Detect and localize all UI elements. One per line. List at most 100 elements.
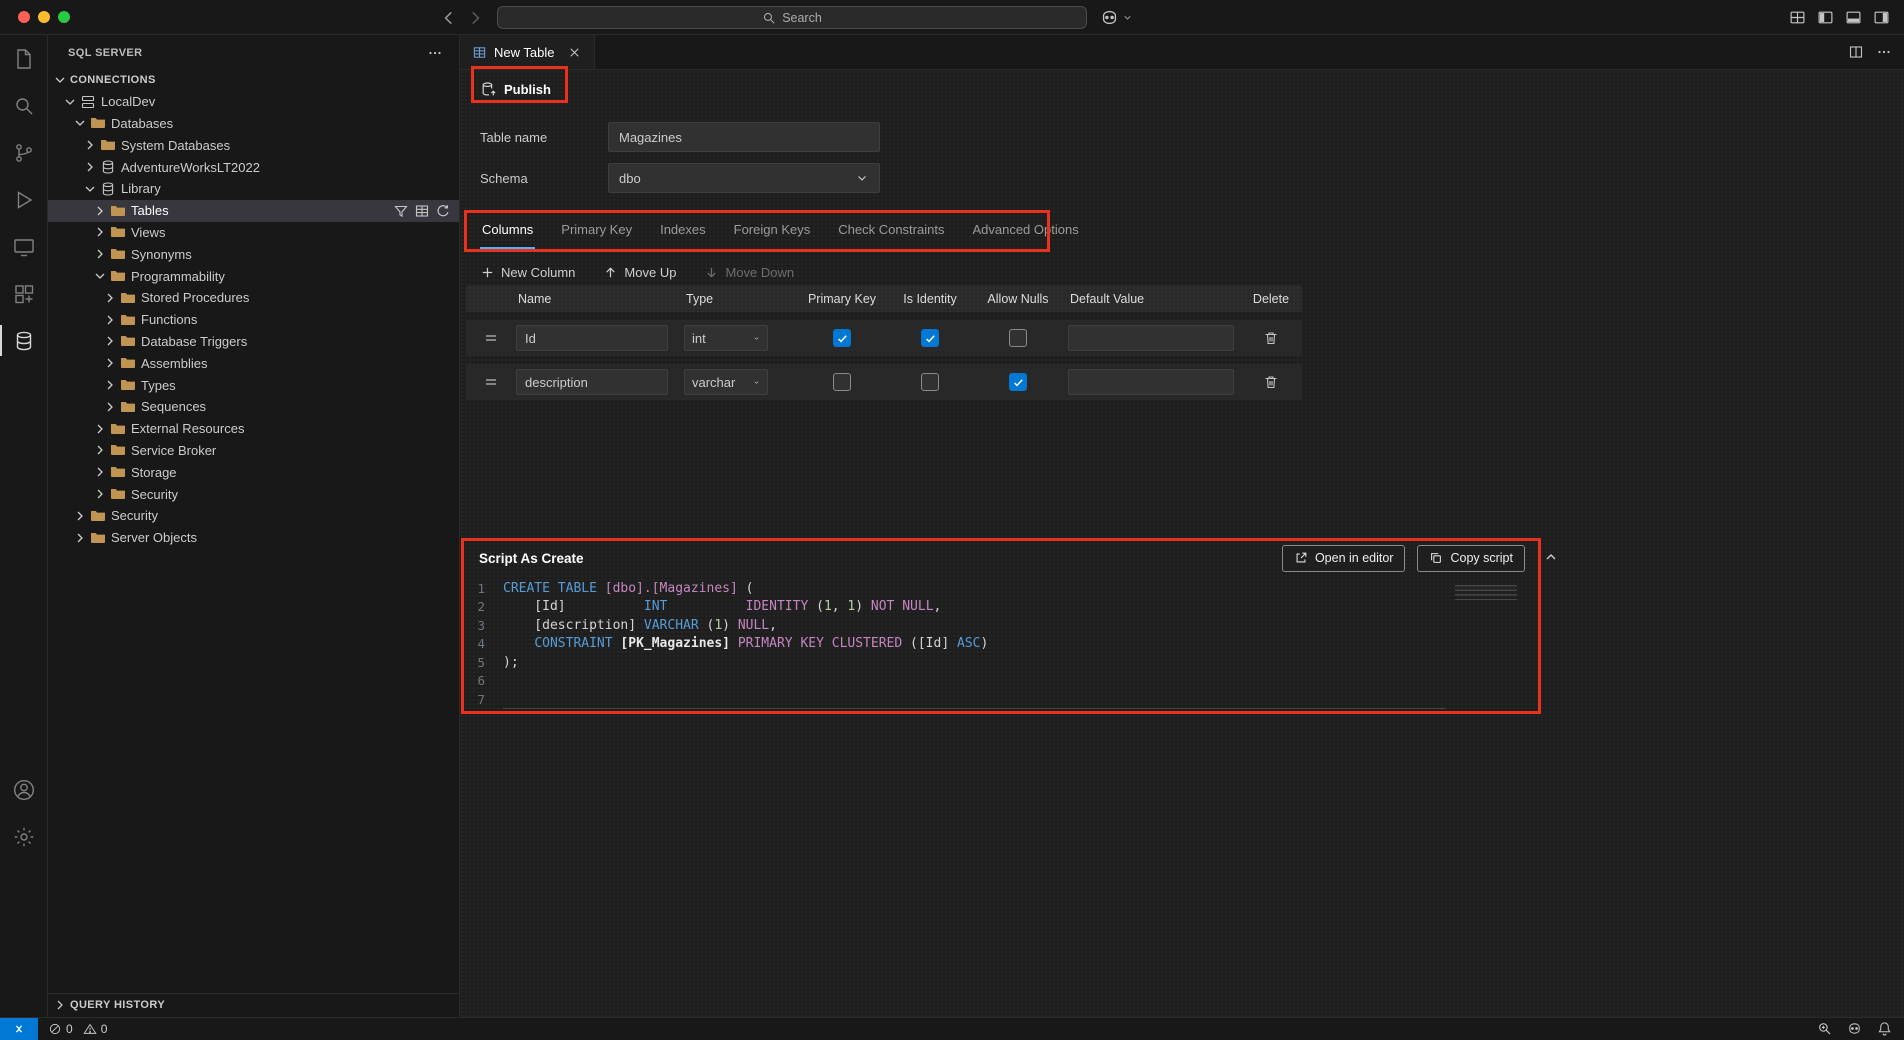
designer-tab-advanced-options[interactable]: Advanced Options [970,216,1080,249]
designer-tab-check-constraints[interactable]: Check Constraints [836,216,946,249]
more-actions-icon[interactable] [427,45,443,61]
is-identity-checkbox[interactable] [921,373,939,391]
tree-item-service-broker[interactable]: Service Broker [48,440,459,462]
column-name-input[interactable] [516,369,668,395]
new-column-button[interactable]: New Column [480,265,575,280]
tree-item-databases[interactable]: Databases [48,113,459,135]
column-name-input[interactable] [516,325,668,351]
tree-item-storage[interactable]: Storage [48,461,459,483]
copilot-icon[interactable] [1847,1021,1862,1036]
remote-indicator[interactable] [0,1018,38,1040]
primary-key-cell [798,329,886,347]
primary-key-checkbox[interactable] [833,373,851,391]
toggle-panel-icon[interactable] [1845,9,1862,26]
activity-source-control[interactable] [0,129,48,176]
filter-icon[interactable] [393,203,409,219]
source-control-icon [12,141,36,165]
column-type-select[interactable]: int [684,325,768,351]
tree-item-library[interactable]: Library [48,178,459,200]
minimize-window-button[interactable] [38,11,50,23]
activity-sql-server[interactable] [0,317,48,364]
open-in-editor-button[interactable]: Open in editor [1282,545,1406,572]
split-editor-icon[interactable] [1848,44,1864,60]
customize-layout-icon[interactable] [1789,9,1806,26]
tree-item-system-databases[interactable]: System Databases [48,134,459,156]
tree-item-external-resources[interactable]: External Resources [48,418,459,440]
chevron-down-icon [52,72,68,88]
tree-item-sequences[interactable]: Sequences [48,396,459,418]
toggle-primary-sidebar-icon[interactable] [1817,9,1834,26]
tree-item-functions[interactable]: Functions [48,309,459,331]
designer-tab-columns[interactable]: Columns [480,216,535,249]
activity-search[interactable] [0,82,48,129]
close-tab-icon[interactable] [567,45,582,60]
is-identity-checkbox[interactable] [921,329,939,347]
grid-header-is-identity: Is Identity [886,292,974,306]
column-type-select[interactable]: varchar [684,369,768,395]
designer-tab-indexes[interactable]: Indexes [658,216,708,249]
folder-icon [90,530,106,546]
chevron-up-icon[interactable] [1543,549,1559,565]
tab-new-table[interactable]: New Table [460,35,595,69]
copy-script-button[interactable]: Copy script [1417,545,1525,572]
tree-item-server-objects[interactable]: Server Objects [48,527,459,549]
schema-select[interactable]: dbo [608,163,880,193]
tree-item-security[interactable]: Security [48,505,459,527]
tree-item-security[interactable]: Security [48,483,459,505]
tree-item-programmability[interactable]: Programmability [48,265,459,287]
query-history-section[interactable]: QUERY HISTORY [48,993,459,1016]
chevron-right-icon [72,508,88,524]
tree-item-localdev[interactable]: LocalDev [48,91,459,113]
problems-status[interactable]: 0 0 [48,1022,113,1036]
zoom-icon[interactable] [1817,1021,1832,1036]
tree-item-adventureworkslt2022[interactable]: AdventureWorksLT2022 [48,156,459,178]
folder-icon [110,421,126,437]
column-row-description: varchar [466,364,1302,400]
drag-handle-icon[interactable] [483,374,499,390]
activity-account[interactable] [0,766,48,813]
tree-item-types[interactable]: Types [48,374,459,396]
more-actions-icon[interactable] [1876,44,1892,60]
back-arrow-icon[interactable] [440,9,458,27]
grid-header-type: Type [678,292,798,306]
tree-item-assemblies[interactable]: Assemblies [48,352,459,374]
search-box[interactable]: Search [497,6,1087,29]
close-window-button[interactable] [18,11,30,23]
activity-explorer[interactable] [0,35,48,82]
default-value-input[interactable] [1068,369,1234,395]
copilot-menu[interactable] [1100,8,1133,27]
chevron-right-icon [92,224,108,240]
refresh-icon[interactable] [435,203,451,219]
tree-item-label: Synonyms [131,247,192,262]
table-icon[interactable] [414,203,430,219]
tree-item-synonyms[interactable]: Synonyms [48,243,459,265]
allow-nulls-checkbox[interactable] [1009,373,1027,391]
forward-arrow-icon[interactable] [466,9,484,27]
tree-item-database-triggers[interactable]: Database Triggers [48,331,459,353]
move-down-button[interactable]: Move Down [704,265,794,280]
move-up-button[interactable]: Move Up [603,265,676,280]
allow-nulls-checkbox[interactable] [1009,329,1027,347]
toggle-secondary-sidebar-icon[interactable] [1873,9,1890,26]
tree-item-connections[interactable]: CONNECTIONS [48,69,459,91]
activity-run-debug[interactable] [0,176,48,223]
delete-cell [1240,374,1302,390]
table-name-input[interactable] [608,122,880,152]
zoom-window-button[interactable] [58,11,70,23]
designer-tab-foreign-keys[interactable]: Foreign Keys [732,216,813,249]
tree-item-tables[interactable]: Tables [48,200,459,222]
designer-tab-primary-key[interactable]: Primary Key [559,216,634,249]
publish-button[interactable]: Publish [480,76,551,102]
tree-item-stored-procedures[interactable]: Stored Procedures [48,287,459,309]
script-editor[interactable]: 1CREATE TABLE [dbo].[Magazines] (2 [Id] … [463,579,1539,709]
delete-column-button[interactable] [1263,330,1279,346]
activity-extensions[interactable] [0,270,48,317]
activity-remote-explorer[interactable] [0,223,48,270]
activity-settings[interactable] [0,813,48,860]
primary-key-checkbox[interactable] [833,329,851,347]
drag-handle-icon[interactable] [483,330,499,346]
bell-icon[interactable] [1877,1021,1892,1036]
delete-column-button[interactable] [1263,374,1279,390]
default-value-input[interactable] [1068,325,1234,351]
tree-item-views[interactable]: Views [48,222,459,244]
